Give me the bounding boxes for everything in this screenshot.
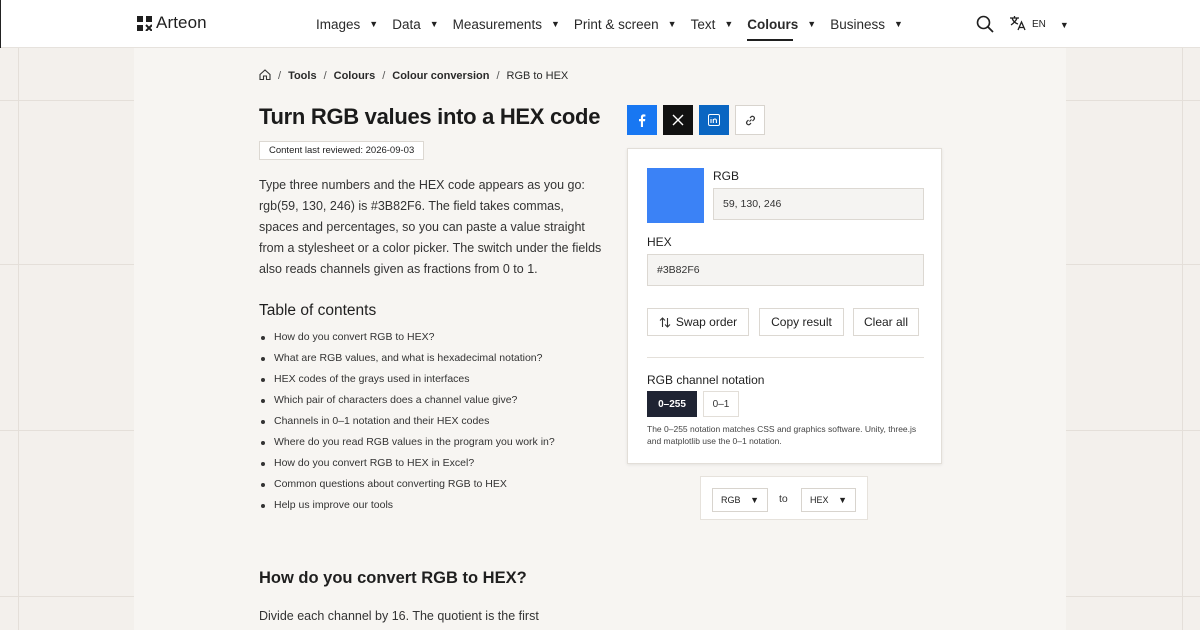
window-edge <box>0 0 1 48</box>
to-format-select[interactable]: HEX ▼ <box>801 488 856 512</box>
copy-result-button[interactable]: Copy result <box>759 308 844 336</box>
breadcrumb: / Tools / Colours / Colour conversion / … <box>259 69 568 83</box>
language-code: EN <box>1032 19 1046 30</box>
facebook-icon <box>639 113 646 127</box>
copy-link-button[interactable] <box>735 105 765 135</box>
breadcrumb-colours[interactable]: Colours <box>334 70 376 82</box>
divider <box>647 357 924 358</box>
caret-down-icon: ▼ <box>838 495 847 505</box>
content-panel: / Tools / Colours / Colour conversion / … <box>134 48 1066 630</box>
breadcrumb-tools[interactable]: Tools <box>288 70 317 82</box>
section-paragraph: Divide each channel by 16. The quotient … <box>259 609 539 623</box>
main-nav: Images ▼ Data ▼ Measurements ▼ Print & scre… <box>316 0 917 48</box>
conversion-selector: RGB ▼ to HEX ▼ <box>700 476 868 520</box>
nav-item-colours[interactable]: Colours ▼ <box>747 17 817 41</box>
nav-item-business[interactable]: Business ▼ <box>830 17 903 32</box>
swap-arrows-icon <box>659 316 671 328</box>
toc-link[interactable]: Which pair of characters does a channel … <box>259 390 619 411</box>
notation-note: The 0–255 notation matches CSS and graph… <box>647 424 917 446</box>
clear-all-button[interactable]: Clear all <box>853 308 919 336</box>
caret-down-icon: ▼ <box>667 19 677 29</box>
rgb-label: RGB <box>713 169 740 183</box>
x-icon <box>672 114 684 126</box>
nav-item-measurements[interactable]: Measurements ▼ <box>453 17 560 32</box>
brand-name: Arteon <box>156 13 207 32</box>
language-selector[interactable]: EN ▼ <box>1009 15 1069 34</box>
toc-link[interactable]: Common questions about converting RGB to… <box>259 474 619 495</box>
swap-order-label: Swap order <box>675 315 738 329</box>
search-icon[interactable] <box>976 15 994 33</box>
reviewed-badge: Content last reviewed: 2026-09-03 <box>259 141 425 160</box>
toc-link[interactable]: Help us improve our tools <box>259 495 619 516</box>
page-title: Turn RGB values into a HEX code <box>259 104 601 129</box>
caret-down-icon: ▼ <box>724 19 734 29</box>
to-format-value: HEX <box>810 495 829 505</box>
link-icon <box>745 115 755 125</box>
nav-item-text[interactable]: Text ▼ <box>691 17 734 32</box>
top-navigation-bar: Arteon Images ▼ Data ▼ Measurements ▼ Print… <box>0 0 1200 48</box>
nav-item-images[interactable]: Images ▼ <box>316 17 378 32</box>
breadcrumb-current: RGB to HEX <box>506 70 569 82</box>
caret-down-icon: ▼ <box>550 19 560 29</box>
hex-label: HEX <box>647 235 672 249</box>
nav-item-print-screen[interactable]: Print & screen ▼ <box>574 17 677 32</box>
toc-link[interactable]: What are RGB values, and what is hexadec… <box>259 348 619 369</box>
color-swatch <box>647 168 704 223</box>
from-format-value: RGB <box>721 495 741 505</box>
to-label: to <box>779 493 788 505</box>
nav-item-data[interactable]: Data ▼ <box>392 17 438 32</box>
toc-link[interactable]: Channels in 0–1 notation and their HEX c… <box>259 411 619 432</box>
caret-down-icon: ▼ <box>1059 19 1069 30</box>
toc-link[interactable]: How do you convert RGB to HEX? <box>259 327 619 348</box>
intro-paragraph: Type three numbers and the HEX code appe… <box>259 178 602 276</box>
rgb-to-hex-converter: RGB HEX Swap order Copy result Clear all… <box>627 148 942 464</box>
caret-down-icon: ▼ <box>369 19 379 29</box>
caret-down-icon: ▼ <box>894 19 903 29</box>
hex-output[interactable] <box>647 254 924 286</box>
toc-link[interactable]: Where do you read RGB values in the prog… <box>259 432 619 453</box>
share-facebook-button[interactable] <box>627 105 657 135</box>
brand-logo[interactable]: Arteon <box>137 13 207 33</box>
share-x-button[interactable] <box>663 105 693 135</box>
caret-down-icon: ▼ <box>750 495 759 505</box>
linkedin-icon <box>708 114 720 126</box>
share-buttons <box>627 105 765 135</box>
breadcrumb-colour-conversion[interactable]: Colour conversion <box>392 70 489 82</box>
notation-option-0-1[interactable]: 0–1 <box>703 391 739 417</box>
section-heading: How do you convert RGB to HEX? <box>259 569 527 587</box>
notation-label: RGB channel notation <box>647 373 765 387</box>
rgb-input[interactable] <box>713 188 924 220</box>
toc-title: Table of contents <box>259 302 377 319</box>
notation-option-0-255[interactable]: 0–255 <box>647 391 697 417</box>
table-of-contents: How do you convert RGB to HEX? What are … <box>259 327 619 516</box>
caret-down-icon: ▼ <box>807 19 817 29</box>
home-icon[interactable] <box>259 69 271 83</box>
translate-icon <box>1009 15 1026 34</box>
share-linkedin-button[interactable] <box>699 105 729 135</box>
toc-link[interactable]: How do you convert RGB to HEX in Excel? <box>259 453 619 474</box>
swap-order-button[interactable]: Swap order <box>647 308 749 336</box>
logo-mark-icon <box>137 15 153 32</box>
caret-down-icon: ▼ <box>429 19 439 29</box>
from-format-select[interactable]: RGB ▼ <box>712 488 768 512</box>
toc-link[interactable]: HEX codes of the grays used in interface… <box>259 369 619 390</box>
